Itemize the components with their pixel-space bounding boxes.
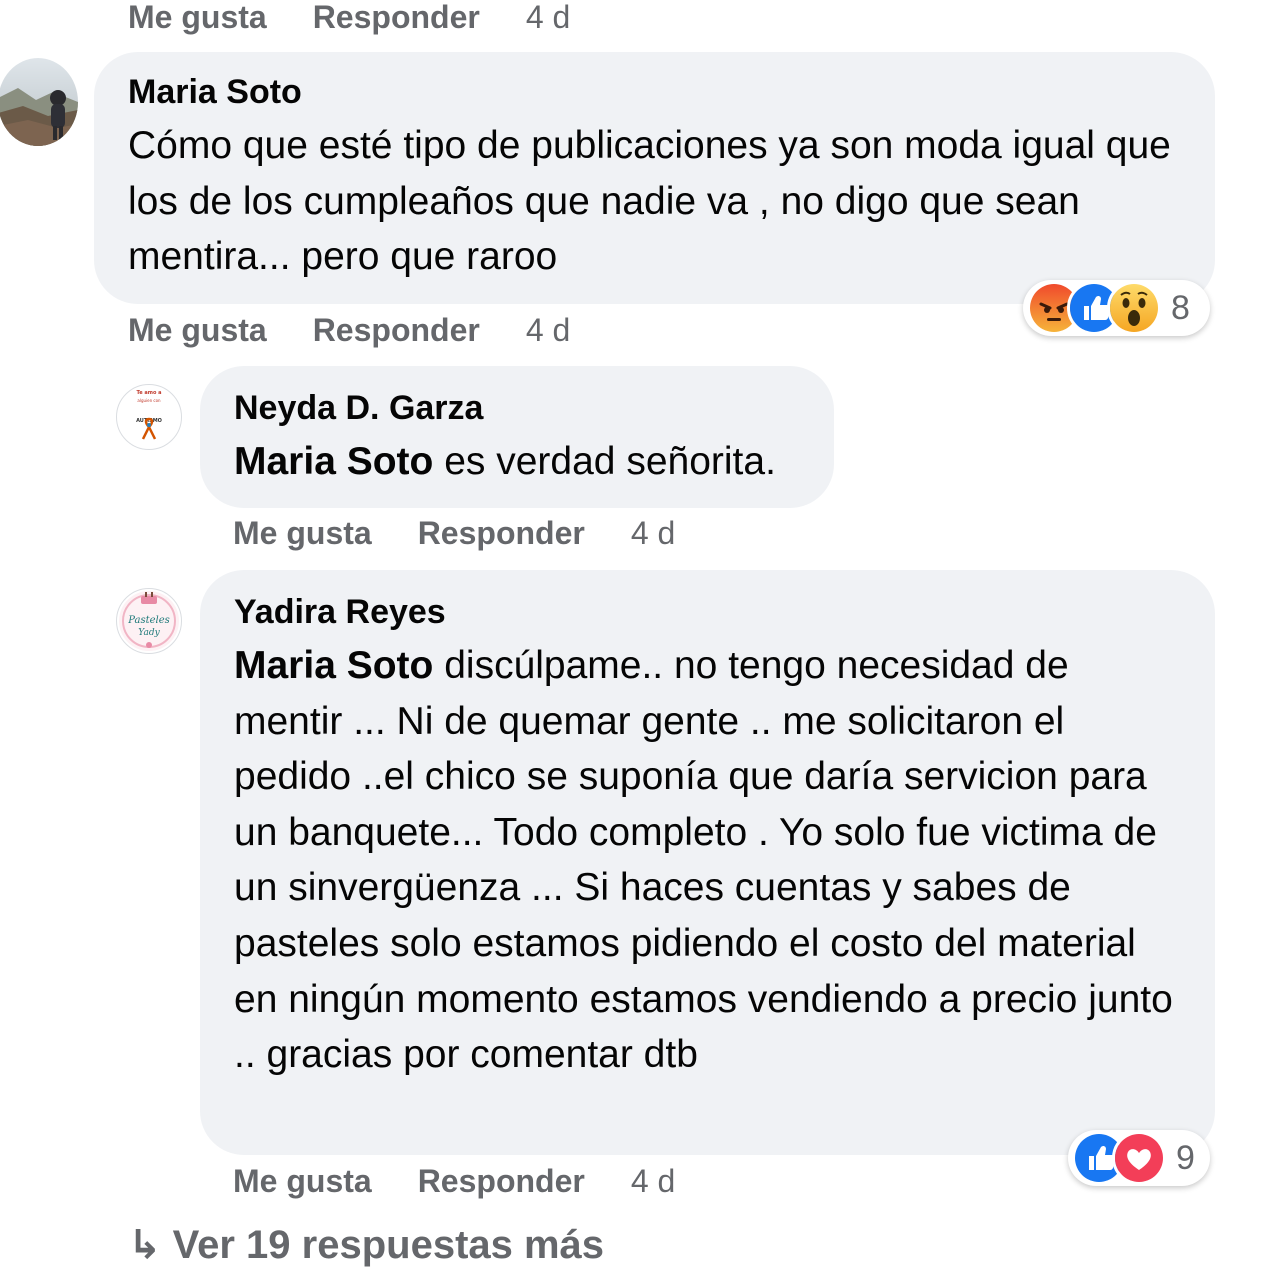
reaction-count: 9 xyxy=(1176,1138,1195,1177)
comment-actions-top: Me gusta Responder 4 d xyxy=(128,0,570,37)
view-more-replies-label: Ver 19 respuestas más xyxy=(172,1223,605,1267)
reply-actions: Me gusta Responder 4 d xyxy=(233,1161,675,1201)
reactions-summary[interactable]: 9 xyxy=(1068,1130,1210,1186)
avatar-text: alguien con xyxy=(137,398,161,403)
comment-time[interactable]: 4 d xyxy=(526,312,570,349)
mention-link[interactable]: Maria Soto xyxy=(234,440,433,483)
like-button[interactable]: Me gusta xyxy=(128,312,267,349)
reply-text: Maria Soto es verdad señorita. xyxy=(234,434,800,490)
avatar-text: Yady xyxy=(138,628,160,638)
avatar-text: Pasteles xyxy=(127,615,170,626)
reply-button[interactable]: Responder xyxy=(313,312,480,349)
reply-author[interactable]: Neyda D. Garza xyxy=(234,388,800,428)
reply-body: es verdad señorita. xyxy=(433,440,776,483)
comment-author[interactable]: Maria Soto xyxy=(128,72,1181,112)
mention-link[interactable]: Maria Soto xyxy=(234,644,433,687)
reply-text: Maria Soto discúlpame.. no tengo necesid… xyxy=(234,638,1180,1083)
avatar-maria-soto[interactable] xyxy=(0,58,78,146)
avatar-text: Te amo a xyxy=(136,390,161,396)
reply-author[interactable]: Yadira Reyes xyxy=(234,592,1181,632)
reply-bubble: Neyda D. Garza Maria Soto es verdad seño… xyxy=(200,366,834,508)
comment-text: Cómo que esté tipo de publicaciones ya s… xyxy=(128,124,1171,279)
comment-bubble: Maria Soto Cómo que esté tipo de publica… xyxy=(94,52,1215,304)
like-button[interactable]: Me gusta xyxy=(233,1163,372,1200)
wow-icon xyxy=(1107,281,1161,335)
reaction-count: 8 xyxy=(1171,288,1190,327)
comment-actions: Me gusta Responder 4 d xyxy=(128,310,570,350)
like-button[interactable]: Me gusta xyxy=(128,0,267,36)
reply-button[interactable]: Responder xyxy=(313,0,480,36)
view-more-replies-link[interactable]: ↳ Ver 19 respuestas más xyxy=(128,1222,604,1268)
reply-body: discúlpame.. no tengo necesidad de menti… xyxy=(234,644,1173,1077)
reply-time[interactable]: 4 d xyxy=(631,1163,675,1200)
reply-button[interactable]: Responder xyxy=(418,1163,585,1200)
reactions-summary[interactable]: 8 xyxy=(1023,280,1210,336)
avatar-yadira-reyes[interactable]: Pasteles Yady xyxy=(116,588,182,654)
reply-actions: Me gusta Responder 4 d xyxy=(233,513,675,553)
reply-time[interactable]: 4 d xyxy=(631,515,675,552)
love-icon xyxy=(1112,1131,1166,1185)
reply-bubble: Yadira Reyes Maria Soto discúlpame.. no … xyxy=(200,570,1215,1155)
avatar-neyda-garza[interactable]: Te amo a alguien con AUTISMO xyxy=(116,384,182,450)
like-button[interactable]: Me gusta xyxy=(233,515,372,552)
comment-time[interactable]: 4 d xyxy=(526,0,570,36)
reply-button[interactable]: Responder xyxy=(418,515,585,552)
reply-arrow-icon: ↳ xyxy=(128,1223,173,1267)
